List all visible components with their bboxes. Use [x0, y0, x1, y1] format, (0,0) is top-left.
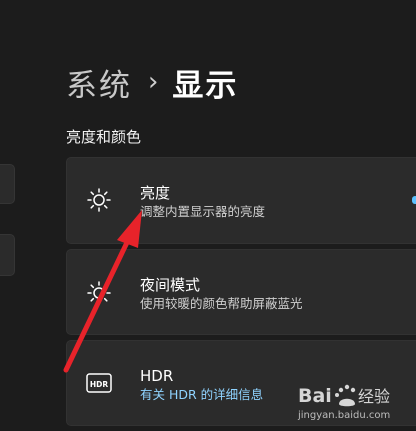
settings-page: 系统 › 显示 亮度和颜色 亮度 调整内置显示器的亮度 夜间模式 使用较暖的颜色… — [0, 0, 416, 431]
page-title: 显示 — [172, 67, 239, 104]
svg-text:HDR: HDR — [90, 380, 109, 389]
sun-outline-icon — [86, 280, 112, 306]
watermark-url: jingyan.baidu.com — [298, 410, 391, 421]
night-light-text: 夜间模式 使用较暖的颜色帮助屏蔽蓝光 — [140, 275, 303, 313]
sun-icon — [86, 187, 112, 213]
night-light-subtitle: 使用较暖的颜色帮助屏蔽蓝光 — [140, 296, 303, 311]
brightness-subtitle: 调整内置显示器的亮度 — [140, 204, 266, 219]
svg-text:Bai: Bai — [298, 385, 332, 407]
hdr-title: HDR — [140, 367, 174, 385]
section-title: 亮度和颜色 — [66, 128, 142, 146]
breadcrumb-separator-icon: › — [148, 67, 159, 97]
hdr-icon: HDR — [86, 372, 112, 398]
nav-item-partial[interactable] — [0, 164, 15, 204]
night-light-card[interactable]: 夜间模式 使用较暖的颜色帮助屏蔽蓝光 — [66, 249, 416, 335]
brightness-slider-thumb[interactable] — [412, 196, 416, 204]
baidu-jingyan-watermark: Bai 经验 jingyan.baidu.com — [296, 380, 412, 426]
hdr-text: HDR 有关 HDR 的详细信息 — [140, 366, 263, 404]
breadcrumb-parent[interactable]: 系统 — [66, 60, 132, 105]
svg-text:经验: 经验 — [358, 387, 390, 406]
brightness-text: 亮度 调整内置显示器的亮度 — [140, 183, 265, 221]
night-light-title: 夜间模式 — [140, 276, 201, 294]
nav-item-partial[interactable] — [0, 234, 15, 276]
hdr-learn-more-link[interactable]: 有关 HDR 的详细信息 — [140, 386, 263, 404]
baidu-logo-icon: Bai 经验 — [298, 384, 390, 407]
brightness-card[interactable]: 亮度 调整内置显示器的亮度 — [66, 157, 416, 244]
brightness-title: 亮度 — [140, 184, 171, 202]
breadcrumb: 系统 › 显示 — [66, 58, 238, 106]
